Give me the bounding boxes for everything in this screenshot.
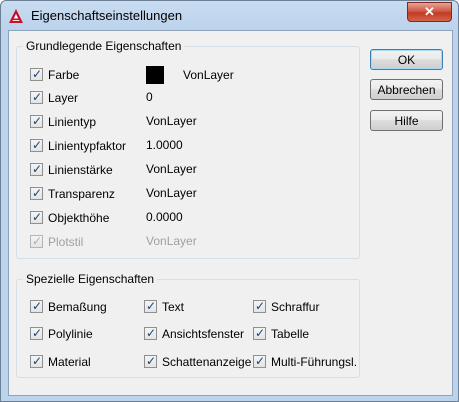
text-label: Text	[162, 300, 185, 314]
ansichtsfenster-checkbox[interactable]	[144, 325, 157, 341]
transparenz-value: VonLayer	[146, 186, 197, 200]
objekthoehe-value: 0.0000	[146, 210, 183, 224]
objekthoehe-label: Objekthöhe	[48, 211, 110, 225]
schraffur-checkbox[interactable]	[253, 298, 266, 314]
tabelle-label: Tabelle	[271, 327, 310, 341]
polylinie-checkbox[interactable]	[30, 325, 43, 341]
layer-checkbox[interactable]	[30, 89, 43, 105]
linienstaerke-label: Linienstärke	[48, 163, 113, 177]
plotstil-checkbox[interactable]	[30, 233, 43, 249]
plotstil-value: VonLayer	[146, 234, 197, 248]
schraffur-label: Schraffur	[271, 300, 320, 314]
linientypfaktor-label: Linientypfaktor	[48, 139, 127, 153]
material-label: Material	[48, 355, 91, 369]
color-swatch	[146, 66, 164, 84]
material-checkbox[interactable]	[30, 353, 43, 369]
bemassung-label: Bemaßung	[48, 300, 107, 314]
linientyp-label: Linientyp	[48, 115, 97, 129]
linienstaerke-value: VonLayer	[146, 162, 197, 176]
title-bar[interactable]: Eigenschaftseinstellungen ✕	[1, 1, 458, 31]
autocad-logo-icon	[9, 9, 23, 23]
ansichtsfenster-label: Ansichtsfenster	[162, 327, 245, 341]
multi-fuehrung-checkbox[interactable]	[253, 353, 266, 369]
plotstil-label: Plotstil	[48, 235, 84, 249]
transparenz-label: Transparenz	[48, 187, 115, 201]
farbe-label: Farbe	[48, 68, 80, 82]
text-checkbox[interactable]	[144, 298, 157, 314]
multi-fuehrung-label: Multi-Führungsl.	[271, 355, 358, 369]
dialog-window: Eigenschaftseinstellungen ✕ Grundlegende…	[0, 0, 459, 402]
objekthoehe-checkbox[interactable]	[30, 209, 43, 225]
farbe-checkbox[interactable]	[30, 66, 43, 82]
cancel-button[interactable]: Abbrechen	[370, 79, 443, 100]
window-title: Eigenschaftseinstellungen	[31, 8, 183, 23]
help-button[interactable]: Hilfe	[370, 110, 443, 131]
close-button[interactable]: ✕	[407, 2, 452, 22]
bemassung-checkbox[interactable]	[30, 298, 43, 314]
linienstaerke-checkbox[interactable]	[30, 161, 43, 177]
linientyp-checkbox[interactable]	[30, 113, 43, 129]
transparenz-checkbox[interactable]	[30, 185, 43, 201]
schattenanzeige-checkbox[interactable]	[144, 353, 157, 369]
layer-label: Layer	[48, 91, 79, 105]
close-icon: ✕	[424, 4, 435, 19]
linientyp-value: VonLayer	[146, 114, 197, 128]
tabelle-checkbox[interactable]	[253, 325, 266, 341]
schattenanzeige-label: Schattenanzeige	[162, 355, 252, 369]
special-properties-title: Spezielle Eigenschaften	[23, 272, 158, 286]
linientypfaktor-value: 1.0000	[146, 138, 183, 152]
basic-properties-title: Grundlegende Eigenschaften	[23, 39, 185, 53]
special-properties-group: Spezielle Eigenschaften Bemaßung Text Sc…	[16, 272, 360, 378]
layer-value: 0	[146, 90, 153, 104]
linientypfaktor-checkbox[interactable]	[30, 137, 43, 153]
ok-button[interactable]: OK	[370, 49, 443, 70]
basic-properties-group: Grundlegende Eigenschaften Farbe VonLaye…	[16, 39, 360, 259]
dialog-client: Grundlegende Eigenschaften Farbe VonLaye…	[8, 30, 453, 396]
polylinie-label: Polylinie	[48, 327, 93, 341]
farbe-value: VonLayer	[183, 68, 234, 82]
